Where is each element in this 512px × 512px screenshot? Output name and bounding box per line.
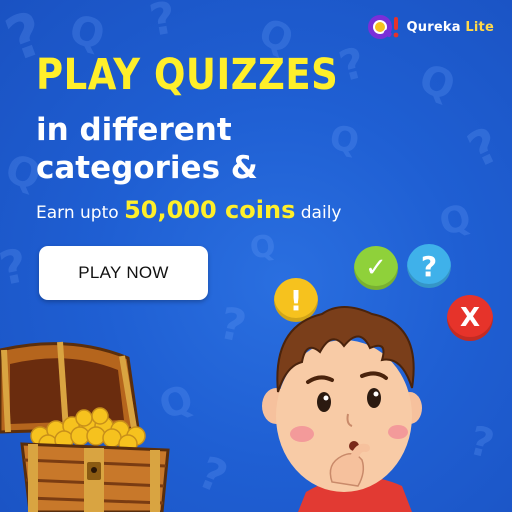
cross-icon: X [447,295,493,341]
headline: PLAY QUIZZES [36,50,339,100]
check-icon: ✓ [354,246,398,290]
brand-logo: Qureka Lite [367,14,494,40]
brand-name: Qureka Lite [406,19,494,35]
earn-suffix: daily [300,203,342,223]
earn-text: Earn upto 50,000 coins daily [36,196,341,224]
play-now-button[interactable]: PLAY NOW [39,246,208,300]
coins-amount: 50,000 coins [124,196,296,224]
treasure-chest-illustration [0,341,170,512]
question-icon: ? [407,244,451,288]
earn-prefix: Earn upto [36,203,119,223]
subheadline-line-2: categories & [36,150,258,186]
quiz-ad-banner[interactable]: ? Q ? Q ? Q ? Q Q Q ? ? Q ? Q ? Qureka L… [0,0,512,512]
thinking-boy-illustration [262,306,422,512]
subheadline-line-1: in different [36,112,232,148]
qureka-logo-icon [367,15,398,39]
